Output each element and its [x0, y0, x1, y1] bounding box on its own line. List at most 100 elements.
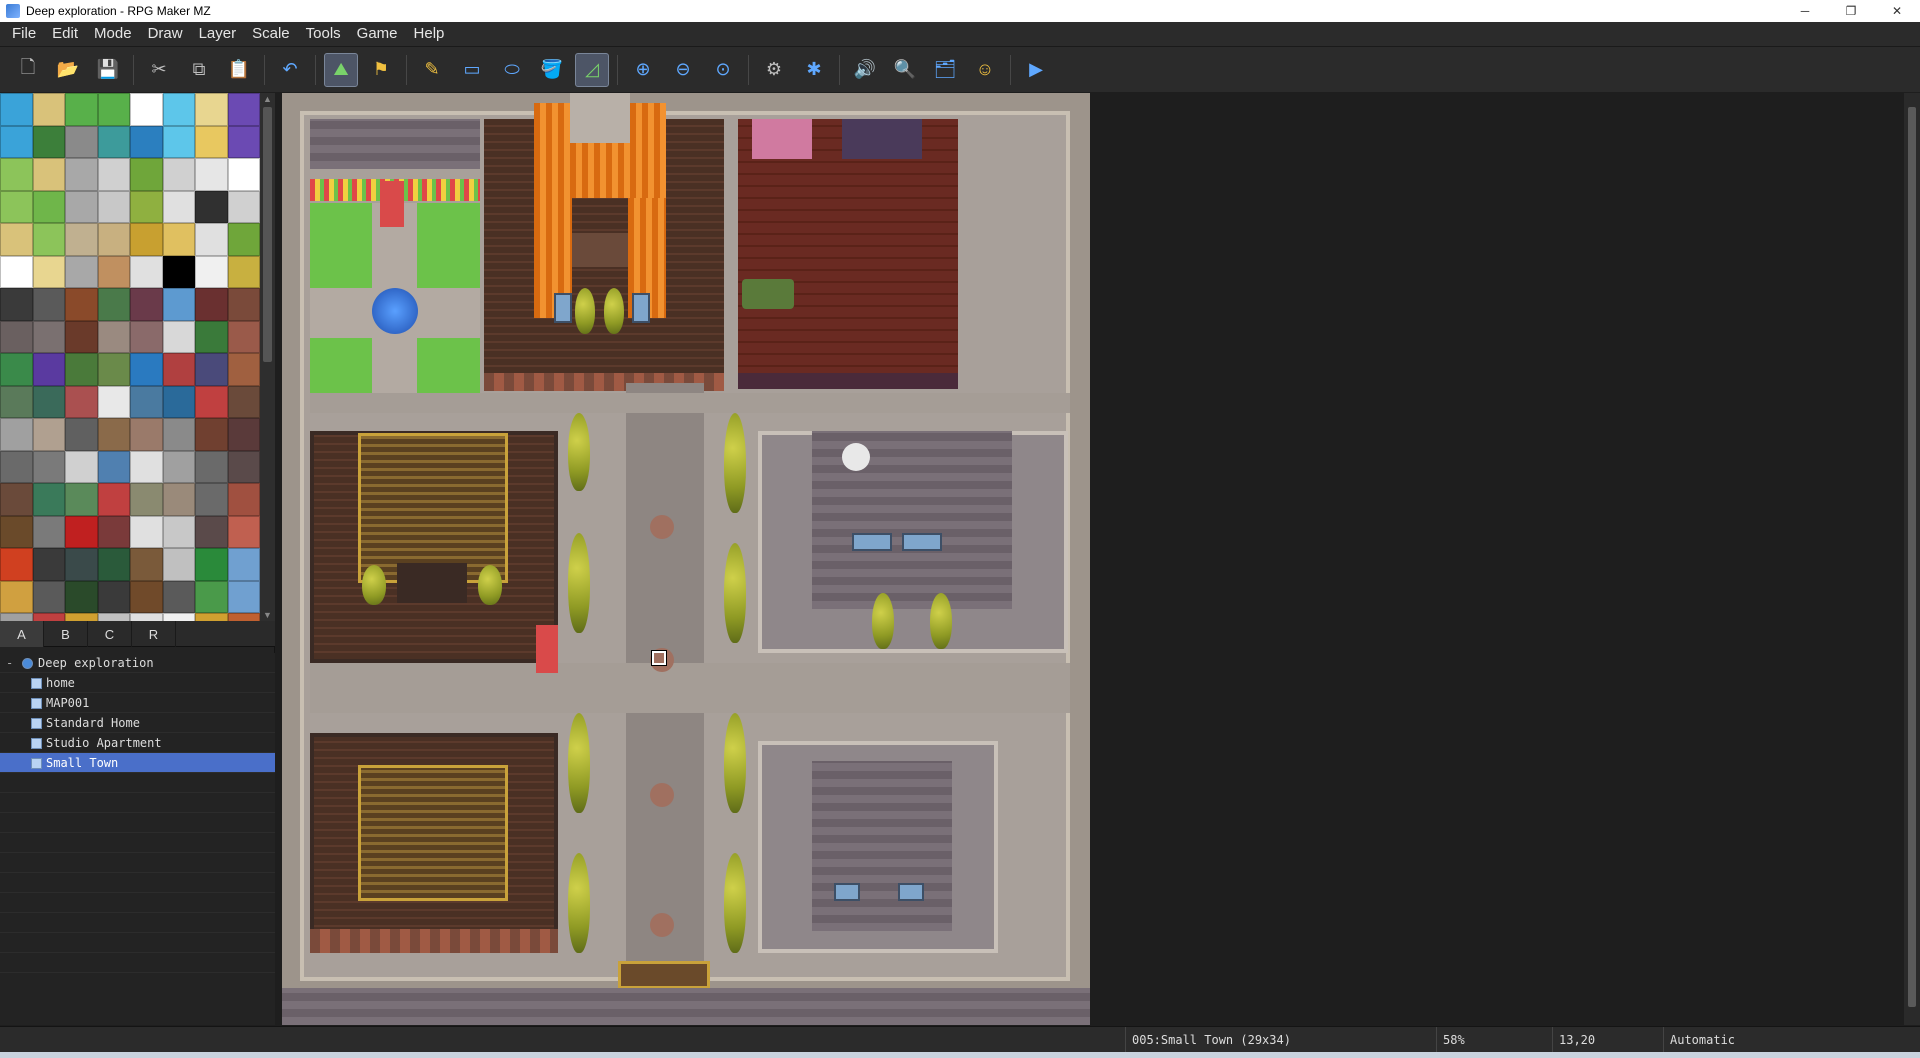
tile-swatch[interactable] — [65, 288, 98, 321]
tab-a[interactable]: A — [0, 621, 44, 647]
tile-swatch[interactable] — [65, 548, 98, 581]
tile-swatch[interactable] — [162, 548, 195, 581]
tile-swatch[interactable] — [0, 450, 33, 483]
event-searcher-icon[interactable]: 🔍 — [888, 53, 922, 87]
tile-swatch[interactable] — [130, 580, 163, 613]
close-button[interactable]: ✕ — [1874, 0, 1920, 22]
menu-scale[interactable]: Scale — [244, 22, 298, 46]
tile-swatch[interactable] — [130, 320, 163, 353]
tile-swatch[interactable] — [32, 320, 65, 353]
tile-swatch[interactable] — [0, 385, 33, 418]
map-canvas[interactable] — [282, 93, 1090, 1025]
tree-map-small-town[interactable]: Small Town — [0, 753, 275, 773]
tab-c[interactable]: C — [88, 621, 132, 647]
resource-manager-icon[interactable]: 🗂 — [928, 53, 962, 87]
tile-swatch[interactable] — [97, 255, 130, 288]
tile-swatch[interactable] — [162, 418, 195, 451]
shadow-pen-icon[interactable]: ◿ — [575, 52, 609, 87]
tile-swatch[interactable] — [0, 320, 33, 353]
playtest-icon[interactable]: ▶ — [1019, 53, 1053, 87]
tile-swatch[interactable] — [0, 288, 33, 321]
tile-swatch[interactable] — [162, 93, 195, 126]
cut-icon[interactable]: ✂ — [142, 53, 176, 87]
tile-swatch[interactable] — [130, 255, 163, 288]
tile-swatch[interactable] — [227, 418, 260, 451]
tile-swatch[interactable] — [195, 450, 228, 483]
tile-swatch[interactable] — [162, 580, 195, 613]
menu-help[interactable]: Help — [406, 22, 453, 46]
tile-swatch[interactable] — [227, 580, 260, 613]
tile-swatch[interactable] — [227, 548, 260, 581]
tile-swatch[interactable] — [162, 320, 195, 353]
tile-swatch[interactable] — [65, 158, 98, 191]
tab-b[interactable]: B — [44, 621, 88, 647]
tile-swatch[interactable] — [130, 288, 163, 321]
new-project-icon[interactable]: 🗋 — [11, 53, 45, 87]
tree-map-home[interactable]: home — [0, 673, 275, 693]
tile-swatch[interactable] — [227, 450, 260, 483]
tile-swatch[interactable] — [227, 353, 260, 386]
undo-icon[interactable]: ↶ — [273, 53, 307, 87]
tile-swatch[interactable] — [65, 320, 98, 353]
tile-swatch[interactable] — [32, 450, 65, 483]
ellipse-icon[interactable]: ⬭ — [495, 53, 529, 87]
maximize-button[interactable]: ❐ — [1828, 0, 1874, 22]
tile-swatch[interactable] — [162, 158, 195, 191]
tile-swatch[interactable] — [130, 385, 163, 418]
tile-swatch[interactable] — [195, 353, 228, 386]
flood-fill-icon[interactable]: 🪣 — [535, 53, 569, 87]
character-generator-icon[interactable]: ☺ — [968, 53, 1002, 87]
tile-swatch[interactable] — [97, 223, 130, 256]
tile-swatch[interactable] — [97, 288, 130, 321]
tile-swatch[interactable] — [97, 125, 130, 158]
tile-swatch[interactable] — [0, 580, 33, 613]
tile-swatch[interactable] — [130, 190, 163, 223]
tile-swatch[interactable] — [162, 450, 195, 483]
tile-swatch[interactable] — [130, 353, 163, 386]
rectangle-icon[interactable]: ▭ — [455, 53, 489, 87]
tile-swatch[interactable] — [227, 483, 260, 516]
copy-icon[interactable]: ⧉ — [182, 53, 216, 87]
menu-edit[interactable]: Edit — [44, 22, 86, 46]
tile-swatch[interactable] — [195, 93, 228, 126]
tile-swatch[interactable] — [130, 223, 163, 256]
tile-swatch[interactable] — [97, 385, 130, 418]
tile-swatch[interactable] — [195, 418, 228, 451]
tile-swatch[interactable] — [0, 613, 33, 621]
tile-swatch[interactable] — [97, 320, 130, 353]
plugin-manager-icon[interactable]: ✱ — [797, 53, 831, 87]
tile-swatch[interactable] — [227, 320, 260, 353]
tile-swatch[interactable] — [32, 125, 65, 158]
tile-swatch[interactable] — [195, 158, 228, 191]
tree-map-standard-home[interactable]: Standard Home — [0, 713, 275, 733]
menu-game[interactable]: Game — [349, 22, 406, 46]
tile-swatch[interactable] — [195, 613, 228, 621]
tile-swatch[interactable] — [32, 190, 65, 223]
tile-swatch[interactable] — [195, 223, 228, 256]
tile-swatch[interactable] — [162, 613, 195, 621]
tile-swatch[interactable] — [32, 353, 65, 386]
tile-swatch[interactable] — [227, 93, 260, 126]
scroll-thumb[interactable] — [1908, 107, 1916, 1007]
tile-swatch[interactable] — [0, 418, 33, 451]
tile-swatch[interactable] — [195, 385, 228, 418]
tile-swatch[interactable] — [32, 93, 65, 126]
tile-swatch[interactable] — [195, 190, 228, 223]
scroll-down-icon[interactable]: ▼ — [263, 610, 272, 620]
tile-swatch[interactable] — [162, 483, 195, 516]
tile-swatch[interactable] — [65, 580, 98, 613]
tile-swatch[interactable] — [65, 93, 98, 126]
tile-swatch[interactable] — [65, 190, 98, 223]
tile-swatch[interactable] — [97, 418, 130, 451]
tile-swatch[interactable] — [162, 515, 195, 548]
tile-swatch[interactable] — [0, 353, 33, 386]
tile-swatch[interactable] — [97, 613, 130, 621]
collapse-icon[interactable]: - — [6, 653, 13, 673]
tree-map-map001[interactable]: MAP001 — [0, 693, 275, 713]
tile-swatch[interactable] — [65, 483, 98, 516]
tile-swatch[interactable] — [32, 515, 65, 548]
tile-swatch[interactable] — [32, 158, 65, 191]
tile-swatch[interactable] — [32, 255, 65, 288]
tile-swatch[interactable] — [162, 353, 195, 386]
map-mode-icon[interactable]: ⛰ — [324, 52, 358, 87]
